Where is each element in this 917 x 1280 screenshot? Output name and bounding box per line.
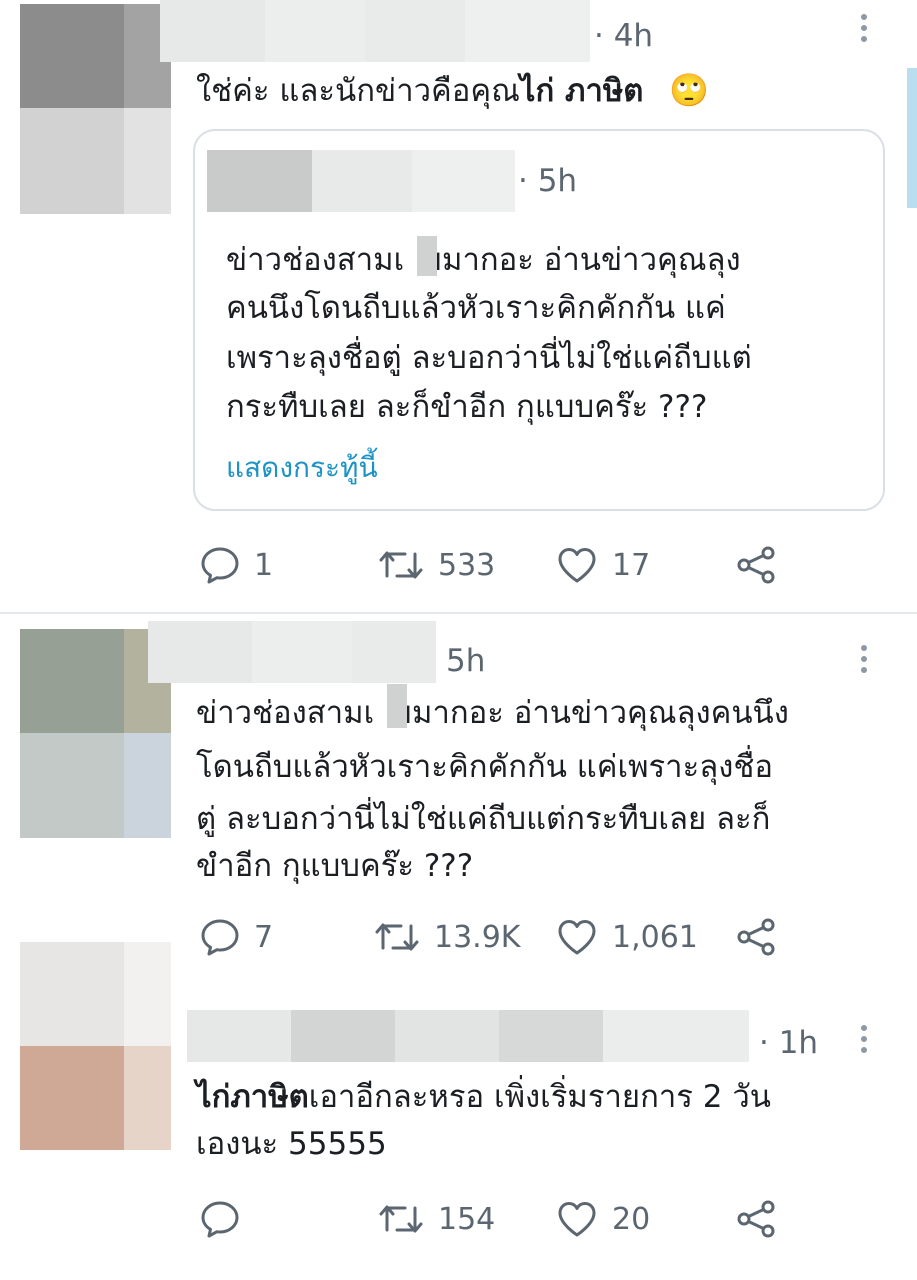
like-button[interactable]: 1,061 bbox=[556, 918, 698, 956]
retweet-button[interactable]: 154 bbox=[378, 1200, 495, 1238]
tweet-text-line-2: โดนถีบแล้วหัวเราะคิกคักกัน แค่เพราะลุงชื… bbox=[196, 749, 774, 785]
share-button[interactable] bbox=[736, 1200, 776, 1238]
tweet-text-line-1: ไก่ภาษิตเอาอีกละหรอ เพิ่งเริ่มรายการ 2 ว… bbox=[196, 1071, 771, 1124]
reply-count: 7 bbox=[254, 919, 274, 955]
retweet-count: 13.9K bbox=[434, 919, 521, 955]
tweet-text-line-4: ขำอีก กุแบบคร๊ะ ??? bbox=[196, 848, 474, 884]
share-button[interactable] bbox=[736, 546, 776, 584]
speech-bubble-icon bbox=[201, 919, 239, 956]
quoted-text-line-4: กระทืบเลย ละก็ขำอีก กุแบบคร๊ะ ??? bbox=[226, 389, 708, 425]
speech-bubble-icon bbox=[201, 1201, 239, 1238]
author-name-redacted bbox=[187, 1010, 749, 1062]
retweet-count: 154 bbox=[438, 1201, 496, 1237]
avatar[interactable] bbox=[20, 942, 171, 1150]
retweet-count: 533 bbox=[438, 547, 496, 583]
share-nodes-icon bbox=[737, 1200, 775, 1238]
heart-icon bbox=[558, 920, 596, 955]
quoted-text-line-2: คนนึงโดนถีบแล้วหัวเราะคิกคักกัน แค่ bbox=[226, 290, 726, 326]
mention-bold: ไก่ ภาษิต bbox=[519, 73, 644, 109]
reply-count: 1 bbox=[254, 547, 274, 583]
heart-icon bbox=[558, 548, 596, 583]
tweet-text: ใช่ค่ะ และนักข่าวคือคุณไก่ ภาษิต 🙄 bbox=[196, 64, 709, 118]
more-options-icon[interactable] bbox=[860, 1025, 868, 1058]
reply-button[interactable]: 7 bbox=[200, 918, 273, 956]
reply-button[interactable]: 1 bbox=[200, 546, 273, 584]
share-nodes-icon bbox=[737, 918, 775, 956]
author-name-redacted bbox=[148, 621, 436, 683]
like-count: 1,061 bbox=[612, 919, 698, 955]
tweet-time: · 4h bbox=[594, 18, 654, 54]
tweet-text-line-1: ข่าวช่องสามเ ยมากอะ อ่านข่าวคุณลุงคนนึง bbox=[196, 695, 789, 731]
share-button[interactable] bbox=[736, 918, 776, 956]
like-count: 20 bbox=[612, 1201, 651, 1237]
reply-button[interactable] bbox=[200, 1200, 254, 1238]
scrollbar-thumb[interactable] bbox=[907, 68, 917, 208]
censor-block bbox=[387, 684, 407, 728]
tweet-divider bbox=[0, 612, 917, 614]
quoted-tweet-time: · 5h bbox=[518, 163, 578, 199]
tweet-text-rest: เอาอีกละหรอ เพิ่งเริ่มรายการ 2 วัน bbox=[308, 1079, 771, 1115]
censor-block bbox=[417, 236, 437, 276]
quoted-text-line-3: เพราะลุงชื่อตู่ ละบอกว่านี่ไม่ใช่แค่ถีบแ… bbox=[226, 340, 752, 376]
author-name-redacted bbox=[160, 0, 590, 62]
quoted-text-line-1: ข่าวช่องสามเ ยมากอะ อ่านข่าวคุณลุง bbox=[226, 242, 741, 278]
retweet-arrows-icon bbox=[375, 923, 419, 951]
like-button[interactable]: 20 bbox=[556, 1200, 650, 1238]
avatar[interactable] bbox=[20, 4, 171, 214]
mention-bold: ไก่ภาษิต bbox=[196, 1079, 309, 1115]
speech-bubble-icon bbox=[201, 547, 239, 584]
heart-icon bbox=[558, 1202, 596, 1237]
retweet-arrows-icon bbox=[379, 551, 423, 579]
more-options-icon[interactable] bbox=[860, 14, 868, 47]
show-thread-link[interactable]: แสดงกระทู้นี้ bbox=[226, 446, 378, 490]
quoted-author-redacted bbox=[207, 150, 515, 212]
retweet-button[interactable]: 533 bbox=[378, 546, 495, 584]
like-button[interactable]: 17 bbox=[556, 546, 650, 584]
more-options-icon[interactable] bbox=[860, 645, 868, 678]
retweet-button[interactable]: 13.9K bbox=[374, 918, 520, 956]
face-emoji-icon: 🙄 bbox=[669, 71, 710, 109]
tweet-time: 5h bbox=[446, 643, 486, 679]
tweet-time: · 1h bbox=[759, 1025, 819, 1061]
tweet-text-line-2: เองนะ 55555 bbox=[196, 1126, 387, 1162]
like-count: 17 bbox=[612, 547, 651, 583]
share-nodes-icon bbox=[737, 546, 775, 584]
tweet-text-plain: ใช่ค่ะ และนักข่าวคือคุณ bbox=[196, 73, 520, 109]
tweet-text-line-3: ตู่ ละบอกว่านี่ไม่ใช่แค่ถีบแต่กระทืบเลย … bbox=[196, 801, 771, 837]
retweet-arrows-icon bbox=[379, 1205, 423, 1233]
